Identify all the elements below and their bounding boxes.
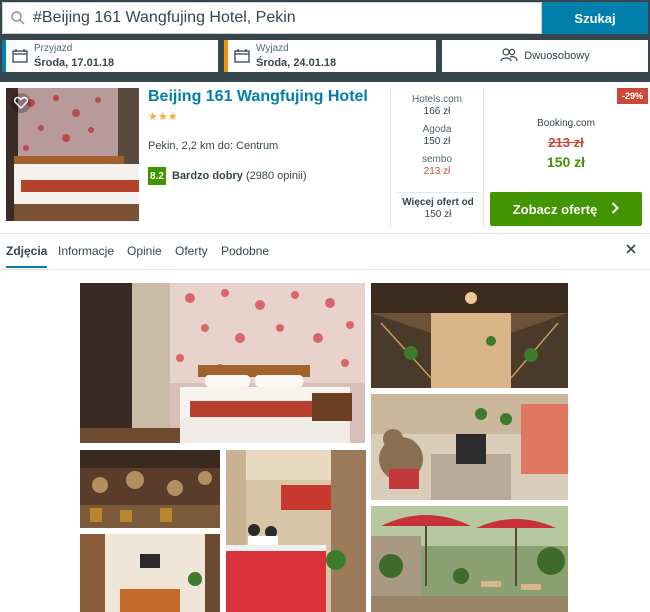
gallery-photo[interactable]	[80, 534, 220, 612]
search-icon	[3, 3, 33, 33]
search-box[interactable]	[2, 2, 542, 34]
deal-new-price: 150 zł	[546, 154, 586, 170]
chevron-right-icon	[611, 201, 620, 217]
room-selector[interactable]: Dwuosobowy	[442, 40, 648, 72]
tab-reviews[interactable]: Opinie	[127, 244, 162, 258]
people-icon	[500, 47, 518, 65]
close-icon[interactable]	[624, 242, 638, 256]
tab-offers[interactable]: Oferty	[175, 244, 208, 258]
view-deal-button[interactable]: Zobacz ofertę	[490, 192, 642, 226]
price-row[interactable]: Agoda 150 zł	[391, 124, 483, 148]
price-comparison: Hotels.com 166 zł Agoda 150 zł sembo 213…	[390, 88, 484, 228]
hotel-thumbnail[interactable]	[6, 88, 139, 221]
price-site: Hotels.com	[411, 94, 462, 105]
checkin-label: Przyjazd	[34, 43, 73, 54]
price-row[interactable]: sembo 213 zł	[391, 154, 483, 178]
price-amount: 213 zł	[423, 166, 451, 177]
rating-summary[interactable]: Bardzo dobry (2980 opinii)	[172, 170, 307, 182]
hotel-location[interactable]: Pekin, 2,2 km do: Centrum	[148, 140, 278, 152]
gallery-photo[interactable]	[80, 450, 220, 528]
price-amount: 166 zł	[423, 106, 451, 117]
tab-similar[interactable]: Podobne	[221, 244, 269, 258]
price-site: sembo	[421, 154, 452, 165]
room-label: Dwuosobowy	[524, 50, 590, 62]
more-offers-price: 150 zł	[424, 209, 452, 220]
search-input[interactable]	[33, 4, 523, 32]
checkin-field[interactable]: Przyjazd Środa, 17.01.18	[2, 40, 218, 72]
checkout-value: Środa, 24.01.18	[256, 57, 337, 69]
rating-label: Bardzo dobry	[172, 170, 243, 182]
tab-photos[interactable]: Zdjęcia	[6, 244, 48, 268]
gallery-photo[interactable]	[371, 394, 568, 500]
gallery-photo[interactable]	[371, 283, 568, 388]
price-row[interactable]: Hotels.com 166 zł	[391, 94, 483, 118]
price-site: Agoda	[422, 124, 452, 135]
more-offers-link[interactable]: Więcej ofert od 150 zł	[397, 192, 479, 221]
star-rating: ★★★	[148, 111, 178, 123]
gallery-photo[interactable]	[371, 506, 568, 612]
deal-site: Booking.com	[537, 118, 595, 129]
favorite-heart-icon[interactable]	[10, 92, 32, 114]
more-offers-title: Więcej ofert od	[402, 197, 474, 208]
detail-tabs: Zdjęcia Informacje Opinie Oferty Podobne	[0, 234, 650, 270]
photo-gallery	[0, 270, 650, 612]
hotel-card: Beijing 161 Wangfujing Hotel ★★★ Pekin, …	[0, 82, 650, 234]
tab-info[interactable]: Informacje	[58, 244, 114, 258]
calendar-icon	[6, 49, 34, 63]
gallery-photo[interactable]	[80, 283, 365, 443]
gallery-photo[interactable]	[226, 450, 366, 612]
deal-old-price: 213 zł	[548, 135, 584, 150]
calendar-icon	[228, 49, 256, 63]
hotel-name[interactable]: Beijing 161 Wangfujing Hotel	[148, 88, 368, 106]
price-amount: 150 zł	[423, 136, 451, 147]
rating-count: (2980 opinii)	[245, 170, 307, 182]
search-button[interactable]: Szukaj	[542, 2, 648, 34]
view-deal-label: Zobacz ofertę	[512, 201, 598, 217]
search-header: Szukaj Przyjazd Środa, 17.01.18 Wyjazd Ś…	[0, 0, 650, 82]
checkin-value: Środa, 17.01.18	[34, 57, 115, 69]
checkout-field[interactable]: Wyjazd Środa, 24.01.18	[224, 40, 436, 72]
checkout-label: Wyjazd	[256, 43, 289, 54]
discount-badge: -29%	[617, 88, 648, 104]
rating-score-badge: 8.2	[148, 167, 166, 185]
